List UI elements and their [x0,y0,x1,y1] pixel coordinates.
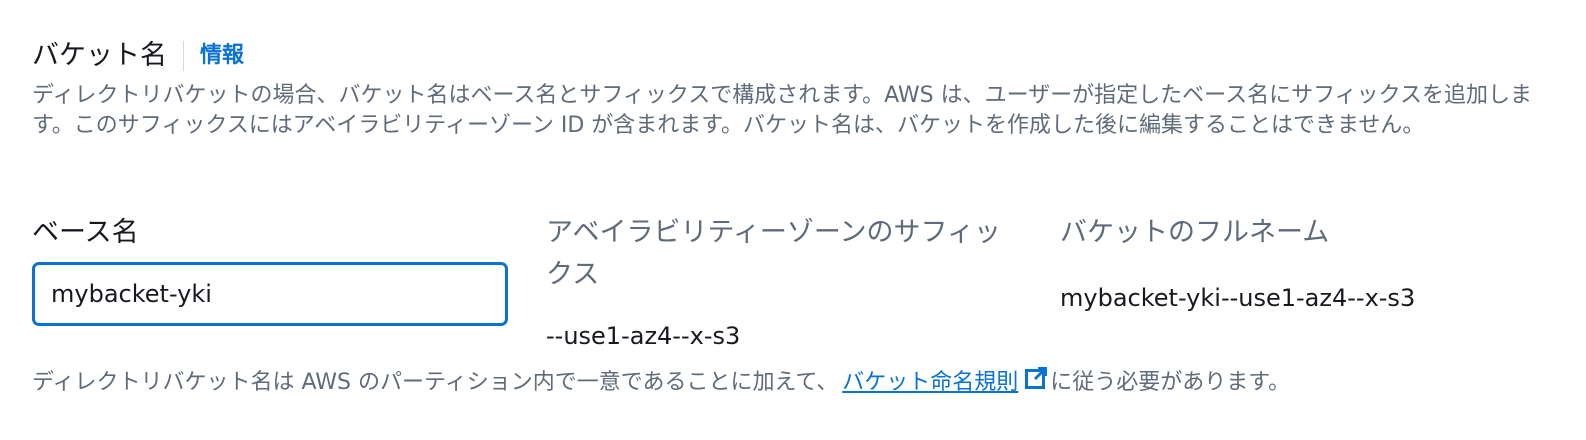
base-name-field: ベース名 [32,212,508,326]
section-header: バケット名 情報 [32,36,244,76]
suffix-field: アベイラビリティーゾーンのサフィックス --use1-az4--x-s3 [546,212,1016,352]
suffix-label: アベイラビリティーゾーンのサフィックス [546,217,1001,290]
suffix-value: --use1-az4--x-s3 [546,322,741,350]
section-description: ディレクトリバケットの場合、バケット名はベース名とサフィックスで構成されます。A… [32,83,1532,138]
footer-note: ディレクトリバケット名は AWS のパーティション内で一意であることに加えて、 … [32,366,1290,400]
external-link-icon[interactable] [1024,366,1048,400]
section-title: バケット名 [32,40,167,71]
naming-rules-link[interactable]: バケット命名規則 [842,367,1018,399]
base-name-label: ベース名 [32,217,139,248]
full-name-label: バケットのフルネーム [1060,217,1330,248]
header-divider [183,41,184,71]
info-link[interactable]: 情報 [200,36,244,76]
naming-rules-link-label: バケット命名規則 [842,370,1019,395]
footer-text-before: ディレクトリバケット名は AWS のパーティション内で一意であることに加えて、 [32,370,839,395]
base-name-input[interactable] [32,262,508,326]
footer-text-after: に従う必要があります。 [1050,370,1291,395]
full-name-field: バケットのフルネーム mybacket-yki--use1-az4--x-s3 [1060,212,1560,314]
full-name-value: mybacket-yki--use1-az4--x-s3 [1060,284,1416,312]
